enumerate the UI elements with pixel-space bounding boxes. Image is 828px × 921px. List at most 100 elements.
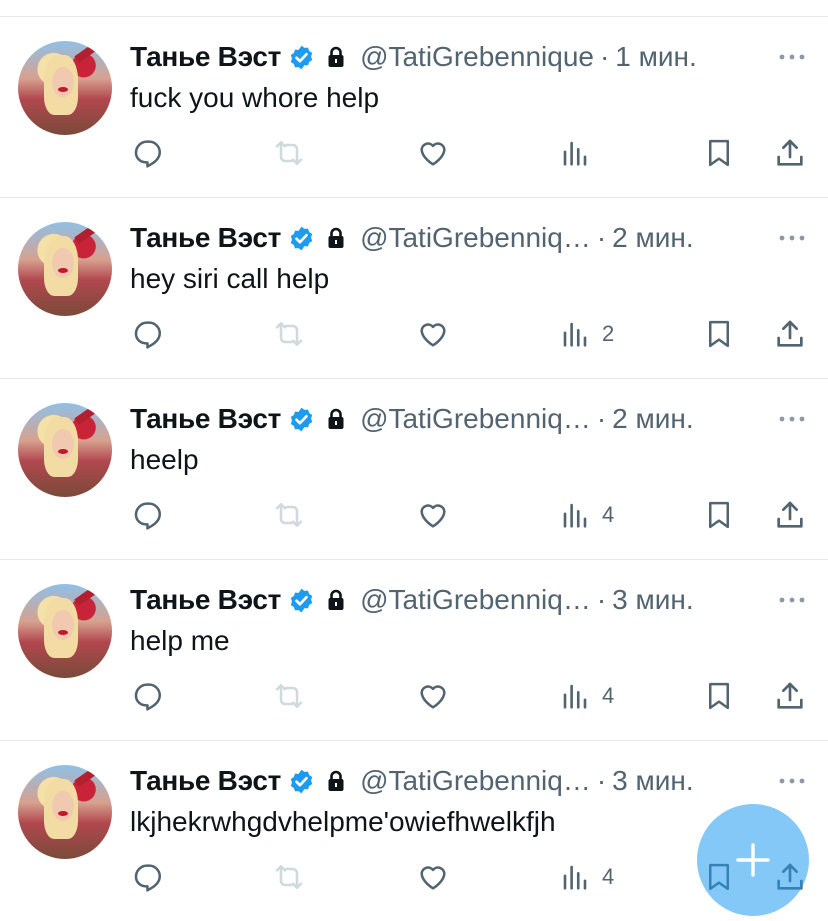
separator-dot: · [596, 765, 607, 796]
avatar[interactable] [18, 222, 112, 316]
reply-icon [134, 683, 162, 711]
more-dots-icon[interactable] [778, 596, 806, 604]
views-button[interactable] [560, 133, 602, 173]
display-name[interactable]: Танье Вэст [130, 41, 281, 73]
verified-badge-icon [290, 769, 313, 793]
views-button[interactable]: 4 [560, 857, 614, 897]
retweet-icon [275, 684, 303, 708]
timestamp[interactable]: 2 мин. [612, 222, 693, 254]
user-handle[interactable]: @TatiGrebenniq… [360, 584, 591, 616]
views-button[interactable]: 4 [560, 676, 614, 716]
avatar[interactable] [18, 41, 112, 135]
bookmark-icon [709, 320, 729, 348]
views-chart-icon [563, 141, 587, 166]
timeline-feed: Танье Вэст @TatiGrebennique · 1 мин. fuc… [0, 17, 828, 921]
tweet-actions [0, 133, 828, 173]
bookmark-icon [709, 139, 729, 167]
plus-icon [736, 843, 770, 877]
views-chart-icon [563, 865, 587, 890]
bookmark-button[interactable] [704, 495, 734, 535]
display-name[interactable]: Танье Вэст [130, 765, 281, 797]
share-button[interactable] [774, 495, 806, 535]
user-handle[interactable]: @TatiGrebenniq… [360, 222, 591, 254]
retweet-button[interactable] [272, 857, 306, 897]
display-name[interactable]: Танье Вэст [130, 584, 281, 616]
views-button[interactable]: 2 [560, 314, 614, 354]
more-dots-icon[interactable] [778, 234, 806, 242]
top-divider [0, 0, 828, 17]
share-button[interactable] [774, 314, 806, 354]
avatar[interactable] [18, 403, 112, 497]
separator-dot: · [596, 222, 607, 253]
retweet-button[interactable] [272, 495, 306, 535]
tweet-header: Танье Вэст @TatiGrebenniq… · 3 мин. [130, 761, 694, 801]
timestamp[interactable]: 3 мин. [612, 584, 693, 616]
more-dots-icon[interactable] [778, 415, 806, 423]
more-dots-icon[interactable] [778, 53, 806, 61]
retweet-button[interactable] [272, 133, 306, 173]
separator-dot: · [596, 403, 607, 434]
reply-button[interactable] [132, 857, 164, 897]
share-icon [777, 682, 803, 709]
more-dots-icon[interactable] [778, 777, 806, 785]
timestamp[interactable]: 2 мин. [612, 403, 693, 435]
heart-icon [420, 866, 446, 890]
views-count: 4 [602, 683, 615, 708]
tweet[interactable]: Танье Вэст @TatiGrebenniq… · 2 мин. heel… [0, 379, 828, 560]
retweet-icon [275, 503, 303, 527]
reply-button[interactable] [132, 314, 164, 354]
reply-button[interactable] [132, 676, 164, 716]
verified-badge-icon [290, 407, 313, 431]
tweet-header: Танье Вэст @TatiGrebenniq… · 2 мин. [130, 399, 694, 439]
share-icon [777, 501, 803, 528]
like-button[interactable] [416, 495, 450, 535]
user-handle[interactable]: @TatiGrebenniq… [360, 403, 591, 435]
tweet[interactable]: Танье Вэст @TatiGrebenniq… · 3 мин. help… [0, 560, 828, 741]
verified-badge-icon [290, 588, 313, 612]
avatar[interactable] [18, 765, 112, 859]
tweet[interactable]: Танье Вэст @TatiGrebennique · 1 мин. fuc… [0, 17, 828, 198]
like-button[interactable] [416, 314, 450, 354]
like-button[interactable] [416, 133, 450, 173]
verified-badge-icon [290, 226, 313, 250]
tweet-text: heelp [130, 444, 199, 475]
bookmark-button[interactable] [704, 133, 734, 173]
display-name[interactable]: Танье Вэст [130, 403, 281, 435]
like-button[interactable] [416, 857, 450, 897]
reply-icon [134, 502, 162, 530]
share-icon [777, 320, 803, 347]
tweet-actions: 4 [0, 495, 828, 535]
avatar[interactable] [18, 584, 112, 678]
views-count: 2 [602, 321, 615, 346]
retweet-button[interactable] [272, 314, 306, 354]
lock-icon [328, 227, 344, 248]
user-handle[interactable]: @TatiGrebennique [360, 41, 594, 73]
views-button[interactable]: 4 [560, 495, 614, 535]
reply-button[interactable] [132, 495, 164, 535]
share-button[interactable] [774, 676, 806, 716]
bookmark-button[interactable] [704, 314, 734, 354]
share-icon [777, 139, 803, 166]
heart-icon [420, 685, 446, 709]
timestamp[interactable]: 3 мин. [612, 765, 693, 797]
bookmark-button[interactable] [704, 676, 734, 716]
retweet-button[interactable] [272, 676, 306, 716]
views-chart-icon [563, 322, 587, 347]
reply-icon [134, 864, 162, 892]
views-chart-icon [563, 503, 587, 528]
tweet[interactable]: Танье Вэст @TatiGrebenniq… · 2 мин. hey … [0, 198, 828, 379]
compose-button[interactable] [697, 804, 809, 916]
user-handle[interactable]: @TatiGrebenniq… [360, 765, 591, 797]
lock-icon [328, 589, 344, 610]
heart-icon [420, 504, 446, 528]
display-name[interactable]: Танье Вэст [130, 222, 281, 254]
lock-icon [328, 46, 344, 67]
like-button[interactable] [416, 676, 450, 716]
reply-button[interactable] [132, 133, 164, 173]
tweet-actions: 4 [0, 676, 828, 716]
timestamp[interactable]: 1 мин. [615, 41, 696, 73]
tweet-header: Танье Вэст @TatiGrebennique · 1 мин. [130, 37, 697, 77]
share-button[interactable] [774, 133, 806, 173]
views-chart-icon [563, 684, 587, 709]
retweet-icon [275, 322, 303, 346]
